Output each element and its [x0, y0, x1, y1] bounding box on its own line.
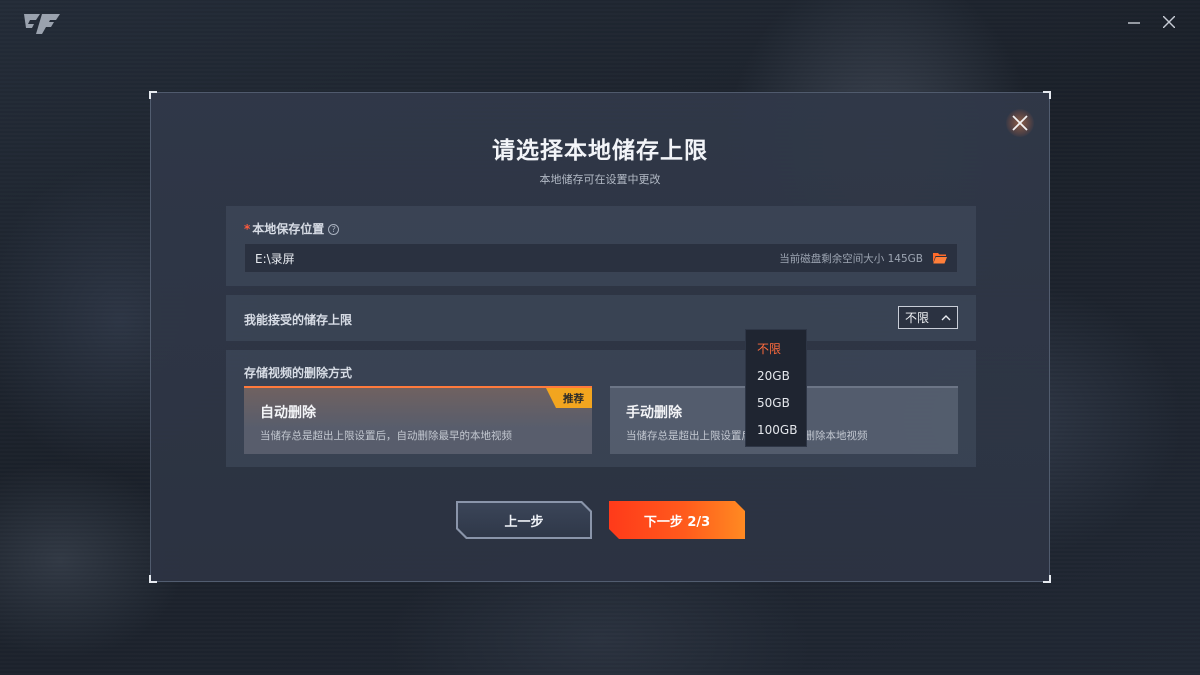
delete-mode-label: 存储视频的删除方式	[244, 366, 353, 380]
chevron-up-icon	[941, 315, 951, 321]
storage-limit-dialog: 请选择本地储存上限 本地储存可在设置中更改 * 本地保存位置? E:\录屏 当前磁…	[149, 91, 1051, 583]
dropdown-option-20gb[interactable]: 20GB	[746, 363, 806, 390]
next-step-label: 下一步 2/3	[643, 514, 711, 530]
corner-decoration	[149, 575, 157, 583]
dropdown-option-50gb[interactable]: 50GB	[746, 390, 806, 417]
delete-mode-section: 存储视频的删除方式 推荐 自动删除 当储存总是超出上限设置后，自动删除最早的本地…	[226, 350, 976, 467]
auto-delete-option[interactable]: 推荐 自动删除 当储存总是超出上限设置后，自动删除最早的本地视频	[244, 386, 592, 454]
storage-limit-select[interactable]: 不限	[898, 306, 958, 329]
disk-free-space: 当前磁盘剩余空间大小 145GB	[779, 252, 923, 265]
required-mark: *	[244, 222, 251, 236]
recommended-badge: 推荐	[546, 388, 592, 408]
minimize-icon	[1128, 22, 1140, 24]
corner-decoration	[1043, 91, 1051, 99]
dialog-title: 请选择本地储存上限	[492, 138, 708, 164]
window-close-button[interactable]	[1157, 10, 1181, 34]
help-icon[interactable]: ?	[328, 224, 340, 235]
previous-step-label: 上一步	[504, 514, 544, 530]
save-location-section: * 本地保存位置? E:\录屏 当前磁盘剩余空间大小 145GB	[226, 206, 976, 286]
option-title: 自动删除	[260, 405, 316, 421]
previous-step-button[interactable]: 上一步	[456, 501, 592, 539]
storage-limit-label: 我能接受的储存上限	[244, 313, 353, 327]
dropdown-option-100gb[interactable]: 100GB	[746, 417, 806, 444]
corner-decoration	[1043, 575, 1051, 583]
storage-limit-dropdown: 不限 20GB 50GB 100GB	[745, 329, 807, 447]
save-path-value: E:\录屏	[255, 251, 295, 266]
next-step-button[interactable]: 下一步 2/3	[609, 501, 745, 539]
window-minimize-button[interactable]	[1122, 10, 1146, 34]
corner-decoration	[149, 91, 157, 99]
storage-limit-section: 我能接受的储存上限 不限	[226, 295, 976, 341]
storage-limit-selected: 不限	[905, 311, 930, 325]
save-location-label-text: 本地保存位置	[252, 222, 325, 236]
option-title: 手动删除	[626, 405, 682, 421]
option-description: 当储存总是超出上限设置后，自动删除最早的本地视频	[260, 430, 512, 442]
save-location-label: * 本地保存位置?	[244, 220, 340, 237]
dialog-subtitle: 本地储存可在设置中更改	[539, 173, 661, 186]
close-icon	[1012, 115, 1028, 131]
dropdown-option-unlimited[interactable]: 不限	[746, 336, 806, 363]
folder-icon[interactable]	[933, 252, 947, 264]
close-icon	[1163, 16, 1175, 28]
app-logo	[24, 14, 60, 34]
save-path-field[interactable]: E:\录屏 当前磁盘剩余空间大小 145GB	[244, 243, 958, 273]
